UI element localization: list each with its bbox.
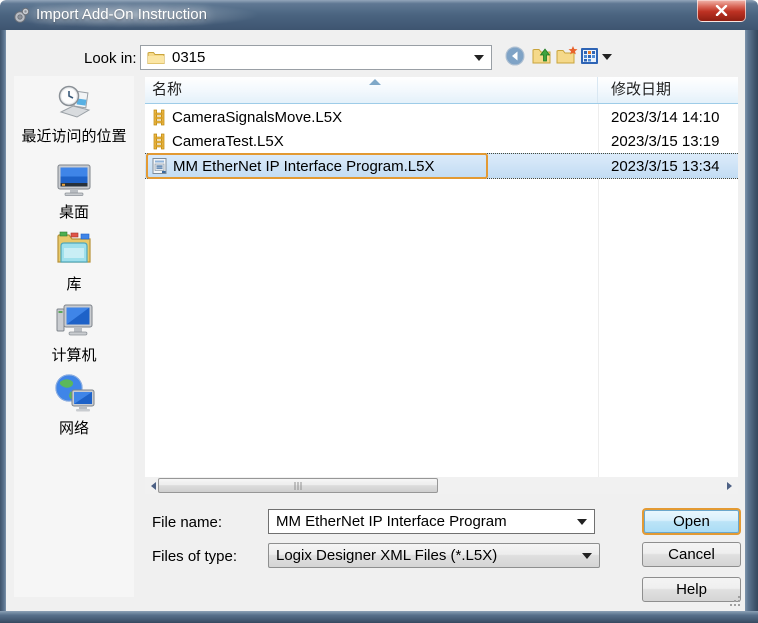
files-of-type-label: Files of type:: [152, 548, 238, 565]
folder-icon: [147, 52, 165, 64]
network-icon: [55, 374, 95, 412]
views-dropdown-arrow-icon[interactable]: [602, 54, 612, 60]
look-in-value: 0315: [172, 49, 206, 66]
horizontal-scrollbar[interactable]: [145, 477, 738, 494]
file-list: 名称 修改日期 CameraSignalsMove.L5X 2023/3/14 …: [145, 77, 738, 494]
ladder-file-icon: [153, 109, 165, 125]
file-name: CameraSignalsMove.L5X: [172, 108, 343, 126]
file-row[interactable]: CameraSignalsMove.L5X 2023/3/14 14:10: [145, 105, 738, 129]
sidebar-item-label: 最近访问的位置: [21, 128, 127, 145]
sidebar-item-libraries[interactable]: 库: [14, 228, 134, 294]
chevron-down-icon: [474, 54, 484, 61]
files-of-type-combobox[interactable]: Logix Designer XML Files (*.L5X): [268, 543, 600, 568]
resize-grip[interactable]: [729, 595, 742, 608]
import-addon-dialog: Import Add-On Instruction Look in: 0315: [0, 0, 758, 623]
help-button[interactable]: Help: [642, 577, 741, 602]
sort-ascending-icon: [369, 79, 381, 85]
new-folder-button[interactable]: [556, 45, 579, 66]
window-frame-left: [0, 30, 6, 612]
cancel-button[interactable]: Cancel: [642, 542, 741, 567]
sidebar-item-recent-places[interactable]: 最近访问的位置: [14, 84, 134, 146]
file-name: CameraTest.L5X: [172, 132, 284, 150]
recent-places-icon: [58, 85, 91, 118]
back-button[interactable]: [505, 46, 525, 66]
files-of-type-value: Logix Designer XML Files (*.L5X): [276, 547, 498, 564]
scroll-right-button[interactable]: [721, 477, 738, 494]
window-title: Import Add-On Instruction: [36, 6, 207, 23]
sidebar-item-computer[interactable]: 计算机: [14, 301, 134, 365]
views-menu-button[interactable]: [580, 47, 599, 65]
desktop-icon: [57, 164, 91, 196]
scroll-left-icon: [151, 481, 156, 490]
file-name-label: File name:: [152, 514, 223, 531]
close-button[interactable]: [697, 0, 746, 22]
sidebar-item-desktop[interactable]: 桌面: [14, 162, 134, 222]
chevron-down-icon: [582, 552, 592, 559]
file-row-selected[interactable]: MM EtherNet IP Interface Program.L5X 202…: [145, 153, 738, 179]
sidebar-item-label: 桌面: [58, 204, 89, 221]
scroll-right-icon: [727, 481, 732, 490]
ladder-file-icon: [153, 133, 165, 149]
computer-icon: [56, 304, 93, 336]
addon-instruction-icon: [14, 7, 30, 23]
up-one-level-button[interactable]: [531, 45, 552, 66]
file-date: 2023/3/14 14:10: [611, 108, 720, 126]
sidebar-item-network[interactable]: 网络: [14, 372, 134, 438]
close-icon: [715, 5, 728, 16]
scrollbar-thumb[interactable]: [158, 478, 438, 493]
file-row[interactable]: CameraTest.L5X 2023/3/15 13:19: [145, 129, 738, 153]
file-name: MM EtherNet IP Interface Program.L5X: [173, 157, 435, 175]
places-sidebar: 最近访问的位置 桌面 库 计算机 网络: [14, 76, 134, 597]
look-in-label: Look in:: [84, 50, 137, 67]
sidebar-item-label: 网络: [58, 420, 89, 437]
file-date: 2023/3/15 13:34: [611, 157, 720, 175]
sidebar-item-label: 计算机: [51, 347, 97, 364]
file-name-combobox[interactable]: MM EtherNet IP Interface Program: [268, 509, 595, 534]
chevron-down-icon: [577, 518, 587, 525]
list-header: 名称 修改日期: [145, 77, 738, 104]
column-header-name[interactable]: 名称: [145, 77, 598, 103]
titlebar[interactable]: Import Add-On Instruction: [0, 0, 758, 30]
scrollbar-grip-icon: [294, 482, 302, 490]
open-button[interactable]: Open: [642, 508, 741, 535]
window-frame-right: [745, 30, 758, 612]
window-frame-bottom: [0, 611, 758, 623]
addon-file-icon: [152, 158, 167, 174]
libraries-icon: [57, 231, 91, 263]
file-date: 2023/3/15 13:19: [611, 132, 720, 150]
sidebar-item-label: 库: [66, 276, 82, 293]
file-name-value: MM EtherNet IP Interface Program: [276, 513, 507, 530]
column-header-date[interactable]: 修改日期: [599, 77, 738, 103]
look-in-combobox[interactable]: 0315: [140, 45, 492, 70]
